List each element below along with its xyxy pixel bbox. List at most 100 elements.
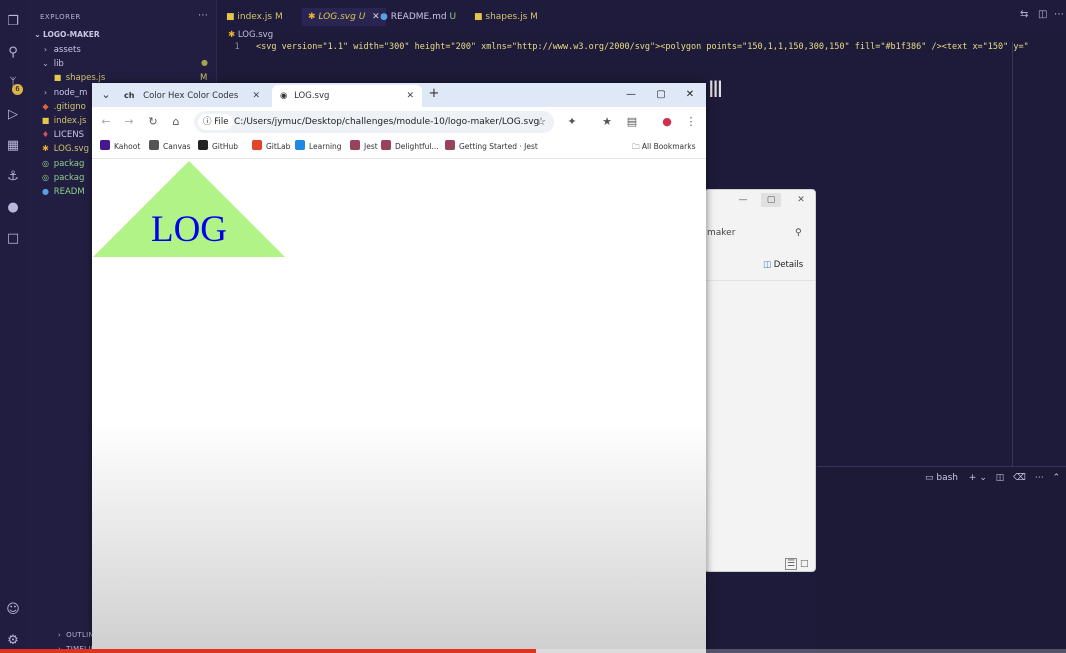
search-box[interactable]: maker ⚲ [705, 222, 810, 244]
minimize-icon[interactable]: — [733, 193, 753, 207]
docker-icon[interactable]: ⚓ [4, 167, 22, 185]
back-button[interactable]: ← [98, 114, 114, 130]
tree-item[interactable]: ◎ packag [40, 171, 84, 185]
close-icon[interactable]: ✕ [791, 193, 811, 207]
menu-icon[interactable]: ⋮ [683, 114, 699, 130]
add-terminal-icon[interactable]: + [969, 473, 977, 483]
code-line[interactable]: 1 <svg version="1.1" width="300" height="… [218, 42, 1066, 52]
tree-item-label: packag [51, 158, 85, 169]
tab-log-svg[interactable]: ◉ LOG.svg ✕ [272, 85, 422, 107]
bookmark-item[interactable]: Jest · [350, 140, 382, 154]
close-icon[interactable]: ✕ [372, 12, 380, 22]
tree-item[interactable]: › assets [40, 43, 81, 57]
bookmark-item[interactable]: GitLab [252, 140, 290, 154]
json-file-icon: ◎ [42, 172, 49, 182]
close-icon[interactable]: ✕ [678, 86, 702, 104]
tree-item[interactable]: ◎ packag [40, 157, 84, 171]
forward-button[interactable]: → [121, 114, 137, 130]
compare-icon[interactable]: ⇆ [1020, 9, 1028, 20]
browser-toolbar: ← → ↻ ⌂ ⓘ File C:/Users/jymuc/Desktop/ch… [92, 107, 706, 137]
project-root[interactable]: ⌄ LOGO-MAKER [32, 28, 100, 42]
bookmark-item[interactable]: Kahoot [100, 140, 140, 154]
js-file-icon: ■ [474, 12, 483, 22]
tree-item[interactable]: ⌄ lib [40, 57, 64, 71]
info-icon: ● [380, 12, 388, 22]
tab-search-icon[interactable]: ⌄ [98, 87, 114, 103]
reading-list-icon[interactable]: ▤ [624, 114, 640, 130]
minimize-icon[interactable]: — [619, 86, 643, 104]
split-terminal-icon[interactable]: ◫ [996, 473, 1005, 483]
chevron-right-icon: › [43, 87, 48, 97]
file-explorer-titlebar: — ▢ ✕ [705, 190, 815, 210]
bookmarks-star-icon[interactable]: ★ [599, 114, 615, 130]
chat-icon[interactable]: □ [4, 229, 22, 247]
maximize-icon[interactable]: ▢ [649, 86, 673, 104]
bookmark-star-icon[interactable]: ☆ [536, 111, 546, 133]
account-icon[interactable]: ☺ [4, 600, 22, 618]
chevron-down-icon: ⌄ [42, 59, 49, 69]
bookmark-item[interactable]: GitHub [198, 140, 238, 154]
split-editor-icon[interactable]: ◫ [1038, 9, 1047, 20]
terminal-shell[interactable]: bash [936, 473, 958, 483]
tab-shapes-js[interactable]: ■ shapes.js M [474, 8, 538, 26]
trash-icon[interactable]: ⌫ [1013, 473, 1026, 483]
tree-item[interactable]: ● READM [40, 185, 85, 199]
bookmark-item[interactable]: Delightful... [381, 140, 439, 154]
profile-avatar[interactable]: ● [659, 114, 675, 130]
tab-color-hex[interactable]: ch Color Hex Color Codes ✕ [118, 85, 268, 107]
new-tab-button[interactable]: + [426, 86, 442, 102]
editor-tab-bar: ■ index.js M ✱ LOG.svg U ✕ ● README.md U… [218, 0, 1066, 34]
bookmark-item[interactable]: Learning [295, 140, 342, 154]
terminal-toolbar: ▭ bash + ⌄ ◫ ⌫ ⋯ ⌃ ✕ [925, 473, 1066, 483]
chevron-down-icon[interactable]: ⌄ [979, 473, 987, 483]
search-icon[interactable]: ⚲ [4, 43, 22, 61]
close-icon[interactable]: ✕ [252, 85, 260, 107]
bookmark-item[interactable]: Canvas [149, 140, 191, 154]
tree-item[interactable]: ✱ LOG.svg [40, 142, 89, 156]
video-progress-bar[interactable] [0, 649, 537, 653]
site-info-chip[interactable]: ⓘ File [198, 114, 234, 130]
view-toggles: ☰ □ [785, 558, 809, 570]
details-view-icon[interactable]: ☰ [785, 558, 798, 570]
tab-status: M [274, 12, 283, 22]
breadcrumb[interactable]: ✱ LOG.svg [228, 30, 273, 40]
home-button[interactable]: ⌂ [168, 114, 184, 130]
tree-item[interactable]: ◆ .gitigno [40, 100, 85, 114]
tree-item-label: shapes.js [63, 73, 106, 84]
files-icon[interactable]: ❐ [4, 12, 22, 30]
extensions-icon[interactable]: ✦ [564, 114, 580, 130]
tab-status: U [449, 12, 457, 22]
tree-item-label: assets [51, 45, 81, 55]
extensions-icon[interactable]: ▦ [4, 136, 22, 154]
chevron-up-icon[interactable]: ⌃ [1053, 473, 1061, 483]
folder-icon: 🗀 [632, 142, 640, 151]
edge-devtools-icon[interactable]: ● [4, 198, 22, 216]
run-debug-icon[interactable]: ▷ [4, 105, 22, 123]
tab-readme[interactable]: ● README.md U [380, 8, 456, 26]
tree-item[interactable]: ♦ LICENS [40, 128, 84, 142]
all-bookmarks[interactable]: 🗀 All Bookmarks [632, 140, 695, 154]
more-actions-icon[interactable]: ⋯ [1035, 473, 1044, 483]
tiles-view-icon[interactable]: □ [800, 559, 809, 569]
text-cursor-icon: Ⅲ [708, 78, 724, 103]
tab-log-svg[interactable]: ✱ LOG.svg U ✕ [302, 8, 386, 26]
globe-icon: ◉ [280, 91, 288, 101]
more-actions-icon[interactable]: ⋯ [198, 10, 208, 21]
more-actions-icon[interactable]: ⋯ [1054, 9, 1064, 20]
tab-label: index.js [237, 12, 273, 22]
js-file-icon: ■ [226, 12, 235, 22]
bookmark-favicon-icon [100, 140, 110, 150]
close-icon[interactable]: ✕ [406, 85, 414, 107]
bookmark-label: Delightful... [395, 142, 439, 151]
tree-item[interactable]: ■ index.js [40, 114, 87, 128]
details-button[interactable]: ◫ Details [763, 260, 803, 270]
reload-button[interactable]: ↻ [145, 114, 161, 130]
tree-item-label: node_m [51, 87, 88, 98]
tab-index-js[interactable]: ■ index.js M [226, 8, 283, 26]
address-bar[interactable]: ⓘ File C:/Users/jymuc/Desktop/challenges… [194, 111, 554, 133]
terminal-panel: ▭ bash + ⌄ ◫ ⌫ ⋯ ⌃ ✕ [817, 466, 1066, 653]
gear-icon[interactable]: ⚙ [4, 631, 22, 649]
bookmark-item[interactable]: Getting Started · Jest [445, 140, 538, 154]
maximize-icon[interactable]: ▢ [761, 193, 781, 207]
tree-item[interactable]: › node_m [40, 86, 88, 100]
